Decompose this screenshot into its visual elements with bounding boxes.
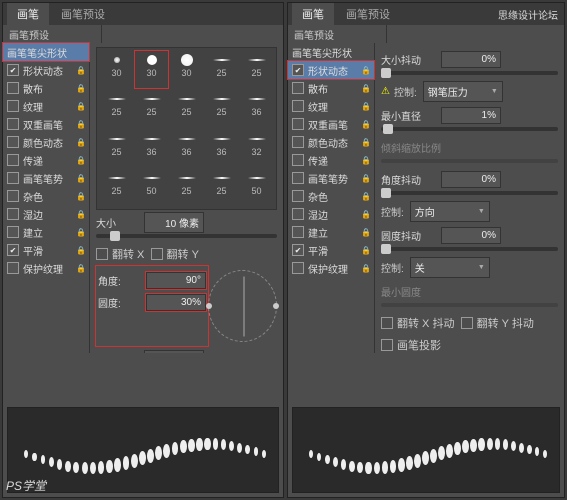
- angle-value[interactable]: 90°: [146, 272, 206, 289]
- size-jitter-value[interactable]: 0%: [441, 51, 501, 68]
- opt-build[interactable]: 建立🔒: [3, 223, 89, 241]
- brush-preview-r: [292, 407, 560, 493]
- opt-protect-r[interactable]: 保护纹理🔒: [288, 259, 374, 277]
- opt-texture-r[interactable]: 纹理🔒: [288, 97, 374, 115]
- size-jitter-label: 大小抖动: [381, 52, 441, 67]
- size-jitter-slider[interactable]: [381, 71, 558, 75]
- opt-texture[interactable]: 纹理🔒: [3, 97, 89, 115]
- opt-dual-brush-r[interactable]: 双重画笔🔒: [288, 115, 374, 133]
- tilt-scale-label: 倾斜缩放比例: [381, 140, 441, 155]
- angle-label: 角度:: [98, 273, 146, 288]
- tab-preset-r[interactable]: 画笔预设: [336, 3, 400, 25]
- size-slider[interactable]: [96, 234, 277, 238]
- shape-dynamics-content: 大小抖动0% ⚠控制:钢笔压力▼ 最小直径1% 倾斜缩放比例 角度抖动0% 控制…: [375, 43, 564, 353]
- opt-smooth[interactable]: ✔平滑🔒: [3, 241, 89, 259]
- flipy-checkbox[interactable]: [151, 248, 163, 260]
- round-jitter-slider[interactable]: [381, 247, 558, 251]
- tab-preset[interactable]: 画笔预设: [51, 3, 115, 25]
- hardness-label: 硬度: [96, 351, 144, 354]
- opt-dual-brush[interactable]: 双重画笔🔒: [3, 115, 89, 133]
- round-jitter-value[interactable]: 0%: [441, 227, 501, 244]
- flipx-jitter-checkbox[interactable]: [381, 317, 393, 329]
- tab-brush[interactable]: 画笔: [7, 3, 49, 25]
- tab-brush-r[interactable]: 画笔: [292, 3, 334, 25]
- flipy-jitter-checkbox[interactable]: [461, 317, 473, 329]
- opt-shape-dynamics-r[interactable]: ✔形状动态🔒: [288, 61, 374, 79]
- brush-proj-checkbox[interactable]: [381, 339, 393, 351]
- size-label: 大小: [96, 215, 144, 230]
- tabs-r: 画笔 画笔预设 思缘设计论坛: [288, 3, 564, 25]
- round-jitter-label: 圆度抖动: [381, 228, 441, 243]
- opt-pose[interactable]: 画笔笔势🔒: [3, 169, 89, 187]
- min-diam-slider[interactable]: [381, 127, 558, 131]
- min-diam-label: 最小直径: [381, 108, 441, 123]
- opt-wet[interactable]: 湿边🔒: [3, 205, 89, 223]
- sidebar-header[interactable]: 画笔预设: [3, 25, 102, 43]
- angle-jitter-slider[interactable]: [381, 191, 558, 195]
- brush-preview: [7, 407, 279, 493]
- opt-color-dyn-r[interactable]: 颜色动态🔒: [288, 133, 374, 151]
- tilt-scale-slider: [381, 159, 558, 163]
- min-round-slider: [381, 303, 558, 307]
- opt-transfer-r[interactable]: 传递🔒: [288, 151, 374, 169]
- roundness-value[interactable]: 30%: [146, 294, 206, 311]
- opt-noise[interactable]: 杂色🔒: [3, 187, 89, 205]
- min-round-label: 最小圆度: [381, 284, 441, 299]
- opt-transfer[interactable]: 传递🔒: [3, 151, 89, 169]
- brush-panel-right: 画笔 画笔预设 思缘设计论坛 画笔预设 画笔笔尖形状 ✔形状动态🔒 散布🔒 纹理…: [287, 2, 565, 498]
- brush-tip-content: 30 30 30 25 25 25 25 25 25 36 25 36 36 3…: [90, 43, 283, 353]
- angle-jitter-value[interactable]: 0%: [441, 171, 501, 188]
- watermark-text: PS学堂: [6, 477, 46, 494]
- hardness-value[interactable]: 100%: [144, 350, 204, 354]
- angle-preview[interactable]: [208, 270, 277, 342]
- brush-panel-left: 画笔 画笔预设 画笔预设 画笔笔尖形状 ✔形状动态🔒 散布🔒 纹理🔒 双重画笔🔒…: [2, 2, 284, 498]
- opt-scatter-r[interactable]: 散布🔒: [288, 79, 374, 97]
- opt-pose-r[interactable]: 画笔笔势🔒: [288, 169, 374, 187]
- opt-shape-dynamics[interactable]: ✔形状动态🔒: [3, 61, 89, 79]
- min-diam-value[interactable]: 1%: [441, 107, 501, 124]
- lock-icon: 🔒: [76, 66, 86, 75]
- opt-noise-r[interactable]: 杂色🔒: [288, 187, 374, 205]
- flipx-checkbox[interactable]: [96, 248, 108, 260]
- control2-dropdown[interactable]: 方向▼: [410, 201, 490, 222]
- opt-build-r[interactable]: 建立🔒: [288, 223, 374, 241]
- opt-color-dyn[interactable]: 颜色动态🔒: [3, 133, 89, 151]
- control-dropdown[interactable]: 钢笔压力▼: [423, 81, 503, 102]
- forum-text: 思缘设计论坛: [498, 7, 558, 22]
- warning-icon: ⚠: [381, 86, 390, 97]
- tabs: 画笔 画笔预设: [3, 3, 283, 25]
- options-sidebar-r: 画笔笔尖形状 ✔形状动态🔒 散布🔒 纹理🔒 双重画笔🔒 颜色动态🔒 传递🔒 画笔…: [288, 43, 375, 353]
- brush-grid[interactable]: 30 30 30 25 25 25 25 25 25 36 25 36 36 3…: [96, 47, 277, 210]
- roundness-label: 圆度:: [98, 295, 146, 310]
- opt-wet-r[interactable]: 湿边🔒: [288, 205, 374, 223]
- opt-brush-tip-r[interactable]: 画笔笔尖形状: [288, 43, 374, 61]
- opt-protect[interactable]: 保护纹理🔒: [3, 259, 89, 277]
- angle-jitter-label: 角度抖动: [381, 172, 441, 187]
- size-value[interactable]: 10 像素: [144, 212, 204, 233]
- opt-scatter[interactable]: 散布🔒: [3, 79, 89, 97]
- control3-dropdown[interactable]: 关▼: [410, 257, 490, 278]
- options-sidebar: 画笔笔尖形状 ✔形状动态🔒 散布🔒 纹理🔒 双重画笔🔒 颜色动态🔒 传递🔒 画笔…: [3, 43, 90, 353]
- sidebar-header-r[interactable]: 画笔预设: [288, 25, 387, 43]
- opt-brush-tip[interactable]: 画笔笔尖形状: [3, 43, 89, 61]
- opt-smooth-r[interactable]: ✔平滑🔒: [288, 241, 374, 259]
